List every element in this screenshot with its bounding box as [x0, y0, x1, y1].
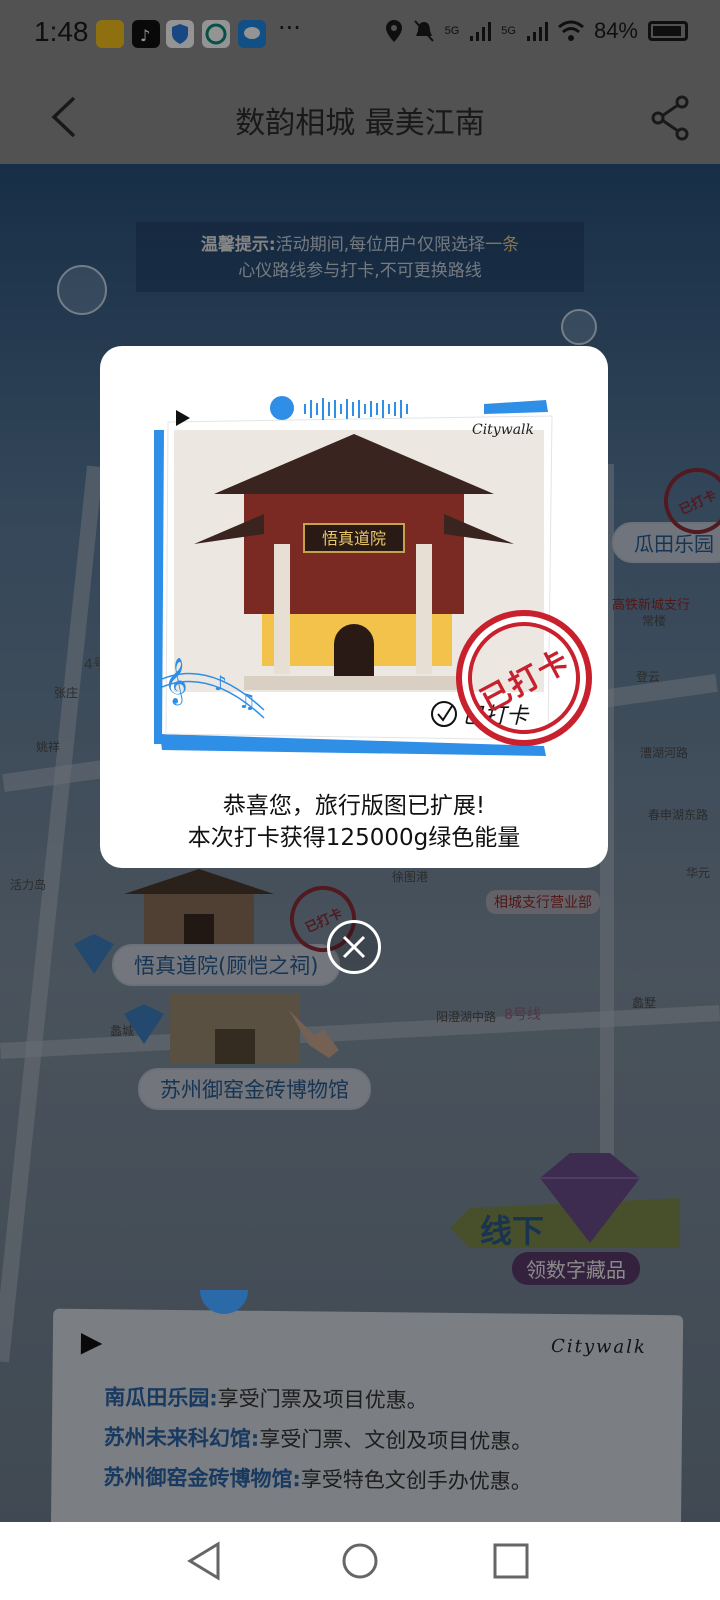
nav-back-icon[interactable] — [182, 1538, 228, 1584]
gate-plaque-text: 悟真道院 — [322, 529, 386, 548]
card-pin-decoration — [200, 1290, 248, 1314]
citywalk-watermark-modal: Citywalk — [471, 422, 534, 438]
nav-home-icon[interactable] — [337, 1538, 383, 1584]
nav-recents-icon[interactable] — [488, 1538, 534, 1584]
svg-text:♫: ♫ — [238, 689, 256, 713]
close-icon — [342, 935, 366, 959]
svg-text:♪: ♪ — [214, 671, 227, 695]
system-nav-bar — [0, 1522, 720, 1600]
success-message-line-1: 恭喜您，旅行版图已扩展! — [222, 793, 486, 819]
checkin-success-dialog: 悟真道院 𝄞 ♪ ♫ Citywalk 已打卡 已打卡 恭喜您，旅行版图已扩展!… — [100, 346, 608, 868]
close-dialog-button[interactable] — [327, 920, 381, 974]
success-message-line-2: 本次打卡获得125000g绿色能量 — [187, 825, 521, 851]
stamp-text: 已打卡 — [475, 643, 577, 720]
svg-text:𝄞: 𝄞 — [164, 658, 188, 706]
photo-frame: 悟真道院 𝄞 ♪ ♫ Citywalk 已打卡 已打卡 — [151, 394, 608, 770]
